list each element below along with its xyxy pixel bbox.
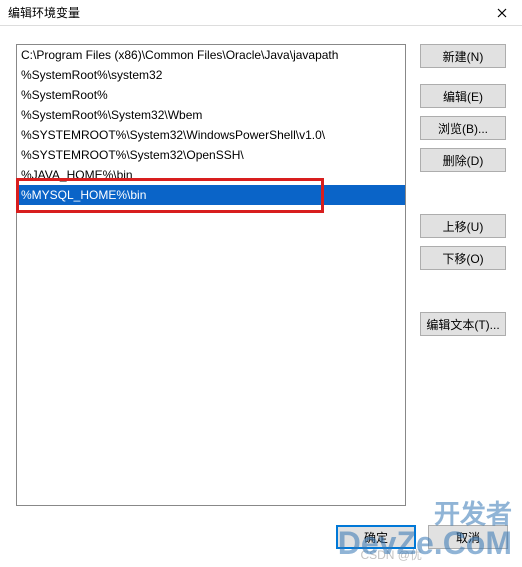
edit-text-button[interactable]: 编辑文本(T)... [420, 312, 506, 336]
list-item[interactable]: %JAVA_HOME%\bin [17, 165, 405, 185]
list-item[interactable]: %SystemRoot%\System32\Wbem [17, 105, 405, 125]
button-column: 新建(N) 编辑(E) 浏览(B)... 删除(D) 上移(U) 下移(O) 编… [420, 44, 506, 344]
close-icon [497, 8, 507, 18]
move-up-button[interactable]: 上移(U) [420, 214, 506, 238]
path-listbox[interactable]: C:\Program Files (x86)\Common Files\Orac… [16, 44, 406, 506]
list-item[interactable]: %SYSTEMROOT%\System32\WindowsPowerShell\… [17, 125, 405, 145]
cancel-button[interactable]: 取消 [428, 525, 508, 549]
window-title: 编辑环境变量 [8, 4, 80, 21]
dialog-content: C:\Program Files (x86)\Common Files\Orac… [0, 26, 522, 514]
list-item[interactable]: %MYSQL_HOME%\bin [17, 185, 405, 205]
list-item[interactable]: %SystemRoot%\system32 [17, 65, 405, 85]
dialog-footer: 确定 取消 [336, 525, 508, 549]
list-item[interactable]: %SystemRoot% [17, 85, 405, 105]
titlebar: 编辑环境变量 [0, 0, 522, 26]
move-down-button[interactable]: 下移(O) [420, 246, 506, 270]
ok-button[interactable]: 确定 [336, 525, 416, 549]
close-button[interactable] [482, 0, 522, 26]
edit-button[interactable]: 编辑(E) [420, 84, 506, 108]
browse-button[interactable]: 浏览(B)... [420, 116, 506, 140]
list-item[interactable]: C:\Program Files (x86)\Common Files\Orac… [17, 45, 405, 65]
delete-button[interactable]: 删除(D) [420, 148, 506, 172]
list-item[interactable]: %SYSTEMROOT%\System32\OpenSSH\ [17, 145, 405, 165]
new-button[interactable]: 新建(N) [420, 44, 506, 68]
